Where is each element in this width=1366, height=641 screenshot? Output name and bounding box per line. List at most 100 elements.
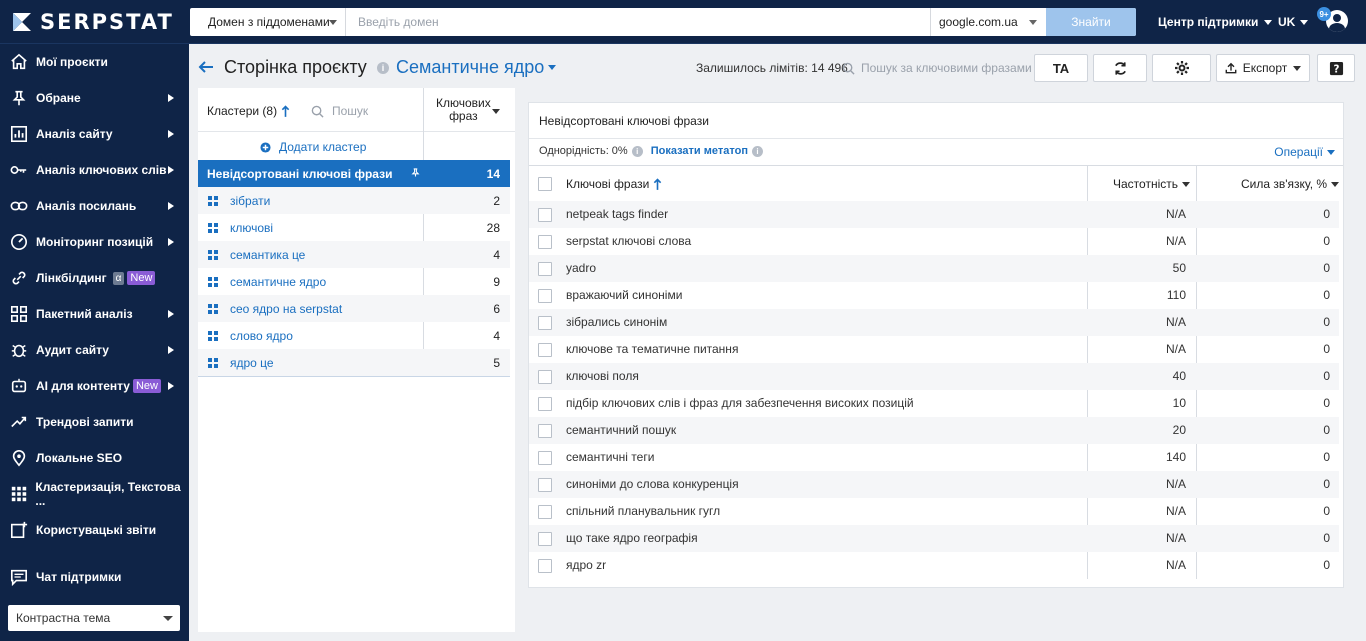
cluster-count: 5 [493,355,500,370]
keyword-frequency: N/A [1165,342,1186,356]
domain-mode-select[interactable]: Домен з піддоменами [190,8,346,36]
row-checkbox[interactable] [538,343,552,357]
chevron-down-icon[interactable] [492,109,500,114]
sidebar-item-custom-reports[interactable]: Користувацькі звіти [0,512,189,548]
table-row[interactable]: семантичний пошук 20 0 [529,417,1339,444]
row-checkbox[interactable] [538,262,552,276]
frequency-column-header[interactable]: Частотність [1113,177,1190,191]
cluster-row[interactable]: слово ядро 4 [198,322,510,349]
cluster-row[interactable]: сео ядро на serpstat 6 [198,295,510,322]
keyword-relevance: 0 [1323,207,1330,221]
row-checkbox[interactable] [538,532,552,546]
table-row[interactable]: ядро zr N/A 0 [529,552,1339,579]
find-button[interactable]: Знайти [1046,8,1136,36]
sidebar-item-ai-content[interactable]: AI для контенту New [0,368,189,404]
theme-select[interactable]: Контрастна тема [8,605,180,631]
table-row[interactable]: yadro 50 0 [529,255,1339,282]
sidebar-item-batch-analysis[interactable]: Пакетний аналіз [0,296,189,332]
export-button[interactable]: Експорт [1216,54,1310,82]
sidebar-item-favorites[interactable]: Обране [0,80,189,116]
sidebar-item-clustering[interactable]: Кластеризація, Текстова ... [0,476,189,512]
clusters-sort[interactable]: Кластери (8) [207,104,290,118]
row-checkbox[interactable] [538,370,552,384]
search-engine-select[interactable]: google.com.ua [930,8,1046,36]
cluster-search[interactable]: Пошук [311,104,368,118]
sidebar-item-linkbuilding[interactable]: Лінкбілдинг α New [0,260,189,296]
notification-badge[interactable]: 9+ [1317,7,1331,21]
table-row[interactable]: підбір ключових слів і фраз для забезпеч… [529,390,1339,417]
table-row[interactable]: вражаючий синоніми 110 0 [529,282,1339,309]
table-row[interactable]: ключові поля 40 0 [529,363,1339,390]
sidebar-item-site-audit[interactable]: Аудит сайту [0,332,189,368]
cluster-row[interactable]: ядро це 5 [198,349,510,376]
table-row[interactable]: синоніми до слова конкуренція N/A 0 [529,471,1339,498]
refresh-button[interactable] [1093,54,1147,82]
language-menu[interactable]: UK [1278,15,1309,29]
row-checkbox[interactable] [538,397,552,411]
settings-button[interactable] [1152,54,1211,82]
sidebar-item-local-seo[interactable]: Локальне SEO [0,440,189,476]
cluster-row[interactable]: Невідсортовані ключові фрази 14 [198,160,510,187]
divider [529,165,1343,166]
domain-search-bar: Домен з піддоменами google.com.ua Знайти [190,8,1136,36]
ta-button[interactable]: TA [1034,54,1088,82]
show-metatop-link[interactable]: Показати метатоп [651,145,748,157]
sidebar-item-trending-queries[interactable]: Трендові запити [0,404,189,440]
row-checkbox[interactable] [538,235,552,249]
pin-icon[interactable] [411,168,420,177]
operations-menu[interactable]: Операції [1274,145,1335,159]
sidebar-item-support-chat[interactable]: Чат підтримки [0,559,189,595]
section-selector[interactable]: Семантичне ядро [396,57,557,78]
sidebar-item-link-analysis[interactable]: Аналіз посилань [0,188,189,224]
help-button[interactable]: ? [1317,54,1355,82]
info-icon[interactable]: i [751,145,763,157]
keyword-phrase: семантичний пошук [566,423,677,437]
table-row[interactable]: зібрались синонім N/A 0 [529,309,1339,336]
cluster-row[interactable]: ключові 28 [198,214,510,241]
back-arrow-icon[interactable] [197,58,215,76]
cluster-count: 9 [493,274,500,289]
cluster-row[interactable]: семантика це 4 [198,241,510,268]
sidebar-item-keyword-analysis[interactable]: Аналіз ключових слів [0,152,189,188]
table-row[interactable]: спільний планувальник гугл N/A 0 [529,498,1339,525]
relevance-column-header[interactable]: Сила зв'язку, % [1241,177,1340,191]
keyword-count-header[interactable]: Ключових фраз [436,97,491,123]
row-checkbox[interactable] [538,505,552,519]
table-row[interactable]: netpeak tags finder N/A 0 [529,201,1339,228]
table-row[interactable]: ключове та тематичне питання N/A 0 [529,336,1339,363]
serpstat-logo[interactable]: SERPSTAT [10,9,174,35]
table-row[interactable]: serpstat ключові слова N/A 0 [529,228,1339,255]
domain-input[interactable] [346,8,930,36]
phrase-column-header[interactable]: Ключові фрази [566,177,662,191]
select-all-checkbox[interactable] [538,177,552,191]
row-checkbox[interactable] [538,559,552,573]
row-checkbox[interactable] [538,424,552,438]
row-checkbox[interactable] [538,451,552,465]
table-row[interactable]: семантичні теги 140 0 [529,444,1339,471]
page-title: Сторінка проєкту [224,57,367,77]
row-checkbox[interactable] [538,316,552,330]
sidebar-item-my-projects[interactable]: Мої проєкти [0,44,189,80]
sidebar-item-site-analysis[interactable]: Аналіз сайту [0,116,189,152]
info-icon[interactable]: i [631,145,643,157]
refresh-icon [1114,61,1126,75]
sidebar-item-label: Обране [36,91,81,105]
row-checkbox[interactable] [538,289,552,303]
sidebar-item-position-monitoring[interactable]: Моніторинг позицій [0,224,189,260]
add-cluster-button[interactable]: Додати кластер [260,140,366,154]
keyword-search[interactable]: Пошук за ключовими фразами [842,61,1032,75]
cluster-row[interactable]: семантичне ядро 9 [198,268,510,295]
cluster-count: 14 [486,166,500,181]
table-row[interactable]: що таке ядро географія N/A 0 [529,525,1339,552]
sidebar: Мої проєкти Обране Аналіз сайту Аналіз к… [0,44,189,641]
export-label: Експорт [1242,61,1288,75]
row-checkbox[interactable] [538,478,552,492]
blocks-icon [9,304,29,324]
info-icon[interactable]: i [377,62,389,74]
row-checkbox[interactable] [538,208,552,222]
support-center-menu[interactable]: Центр підтримки [1158,15,1273,29]
cluster-row[interactable]: зібрати 2 [198,187,510,214]
keyword-phrase: семантичні теги [566,450,655,464]
cluster-icon [208,223,218,233]
keyword-relevance: 0 [1323,531,1330,545]
